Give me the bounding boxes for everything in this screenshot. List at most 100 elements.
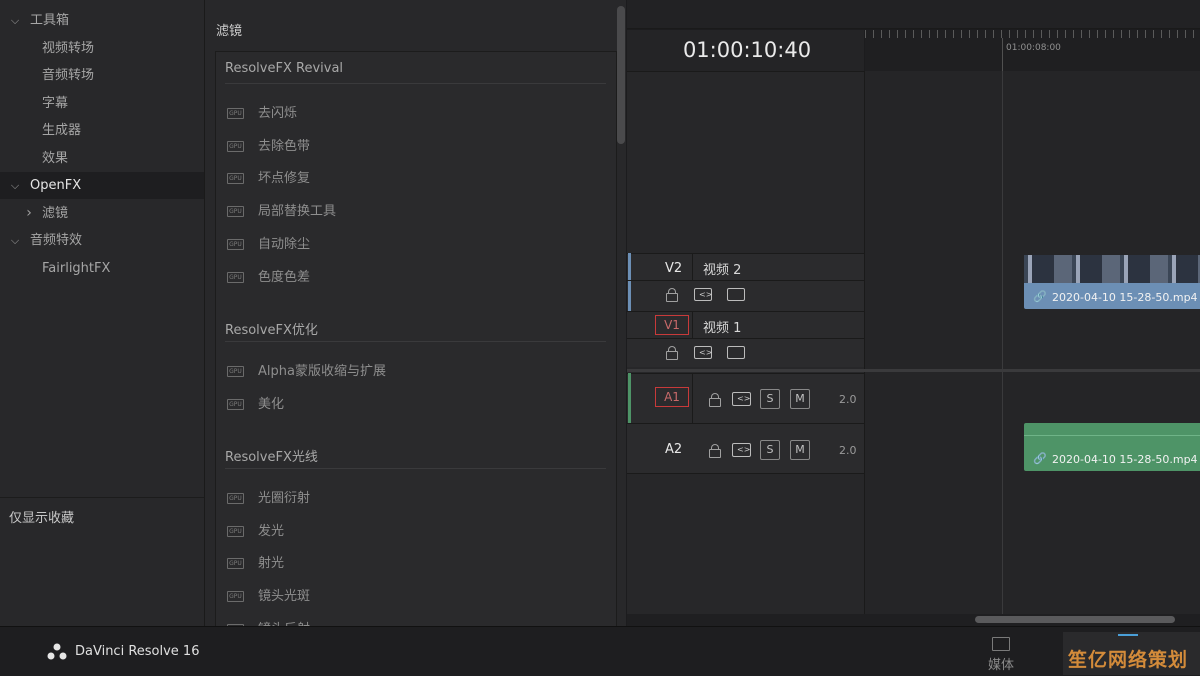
filter-item[interactable]: GPU 去闪烁 <box>227 102 297 122</box>
tree-item[interactable]: 视频转场 <box>0 35 204 62</box>
link-icon: 🔗 <box>1033 452 1047 465</box>
ruler-timecode-label: 01:00:08:00 <box>1006 43 1061 53</box>
filter-item[interactable]: GPU 色度色差 <box>227 266 310 286</box>
chevron-down-icon[interactable]: ⌵ <box>8 227 22 254</box>
filter-item[interactable]: GPU 光圈衍射 <box>227 487 310 507</box>
lock-icon[interactable] <box>709 444 721 458</box>
gpu-badge-icon: GPU <box>227 558 244 570</box>
tree-item[interactable]: 音频转场 <box>0 62 204 89</box>
divider <box>692 253 693 280</box>
app-title: DaVinci Resolve 16 <box>75 644 200 659</box>
filter-item[interactable]: GPU 发光 <box>227 520 284 540</box>
page-navigation-bar: DaVinci Resolve 16 媒体 <box>0 626 1200 676</box>
filter-item[interactable]: GPU 美化 <box>227 393 284 413</box>
gpu-badge-icon: GPU <box>227 238 244 250</box>
timecode-display: 01:00:10:40 <box>627 30 864 72</box>
timeline-ruler[interactable]: 01:00:08:00 <box>865 30 1200 71</box>
film-strip-icon[interactable] <box>727 346 745 359</box>
tree-item-label: 工具箱 <box>30 13 70 28</box>
ruler-marker <box>1002 38 1003 71</box>
tree-item[interactable]: FairlightFX <box>0 255 204 282</box>
tree-item-label: 滤镜 <box>42 205 69 221</box>
clip-thumbnails <box>1024 255 1200 283</box>
filters-scrollbar[interactable] <box>617 6 625 144</box>
watermark-logo: 笙亿网络策划 <box>1063 632 1200 675</box>
filter-name: 色度色差 <box>258 269 311 285</box>
tree-item-label: 字幕 <box>42 95 69 111</box>
gpu-badge-icon: GPU <box>227 493 244 504</box>
watermark-text: 笙亿网络策划 <box>1068 649 1189 671</box>
filter-item[interactable]: GPU 坏点修复 <box>227 167 310 187</box>
tree-item[interactable]: ⌵ OpenFX <box>0 172 204 199</box>
tree-item[interactable]: 效果 <box>0 145 204 172</box>
timeline-tracks-area[interactable] <box>865 71 1200 614</box>
track-name-v1[interactable]: 视频 1 <box>703 317 741 336</box>
category-title[interactable]: ResolveFX光线 <box>225 446 318 465</box>
filter-item[interactable]: GPU 局部替换工具 <box>227 200 336 220</box>
chevron-down-icon[interactable]: ⌵ <box>8 7 22 34</box>
filter-name: 自动除尘 <box>258 236 311 252</box>
chevron-down-icon[interactable]: ⌵ <box>8 172 22 199</box>
track-id-a2[interactable]: A2 <box>665 442 682 457</box>
filter-item[interactable]: GPU 自动除尘 <box>227 233 310 253</box>
gpu-badge-icon: GPU <box>227 108 244 119</box>
clip-name: 2020-04-10 15-28-50.mp4 <box>1052 291 1198 304</box>
tree-item-label: 视频转场 <box>42 40 95 56</box>
filter-name: 美化 <box>258 396 285 412</box>
filter-name: 镜头光斑 <box>258 589 311 605</box>
auto-select-icon[interactable]: <> <box>732 392 751 406</box>
media-page-button[interactable]: 媒体 <box>980 635 1022 673</box>
track-id-a1[interactable]: A1 <box>655 387 689 407</box>
mute-button[interactable]: M <box>790 389 810 409</box>
tree-item[interactable]: ⌵ 音频特效 <box>0 227 204 254</box>
tree-item[interactable]: 字幕 <box>0 90 204 117</box>
tree-item[interactable]: › 滤镜 <box>0 200 204 227</box>
filter-item[interactable]: GPU 镜头光斑 <box>227 585 310 605</box>
timeline-gridline <box>1002 71 1003 614</box>
gpu-badge-icon: GPU <box>227 591 244 603</box>
track-name-v2[interactable]: 视频 2 <box>703 259 741 278</box>
panel-title: 滤镜 <box>216 24 243 39</box>
auto-select-icon[interactable]: <> <box>732 443 751 457</box>
category-divider <box>225 83 606 84</box>
tree-item-label: 效果 <box>42 150 69 166</box>
filter-item[interactable]: GPU 去除色带 <box>227 135 310 155</box>
audio-clip[interactable]: 🔗 2020-04-10 15-28-50.mp4 <box>1024 423 1200 471</box>
show-favorites-only-toggle[interactable]: 仅显示收藏 <box>9 507 74 526</box>
filters-panel: 滤镜 ResolveFX Revival GPU 去闪烁 GPU 去除色带 GPU 坏点修复… <box>205 0 626 633</box>
auto-select-icon[interactable]: <> <box>694 346 712 359</box>
filter-name: 局部替换工具 <box>258 204 337 220</box>
filter-item[interactable]: GPU Alpha蒙版收缩与扩展 <box>227 360 386 380</box>
divider <box>692 311 693 338</box>
film-strip-icon[interactable] <box>727 288 745 301</box>
filter-name: 去除色带 <box>258 138 311 154</box>
divider <box>627 280 864 281</box>
gpu-badge-icon: GPU <box>227 398 244 410</box>
solo-button[interactable]: S <box>760 389 780 409</box>
ruler-ticks <box>865 30 1200 38</box>
tree-item[interactable]: 生成器 <box>0 117 204 144</box>
track-id-v2[interactable]: V2 <box>665 261 682 276</box>
tree-item-label: 生成器 <box>42 123 82 138</box>
filter-item[interactable]: GPU 射光 <box>227 552 284 572</box>
gpu-badge-icon: GPU <box>227 173 244 185</box>
chevron-right-icon[interactable]: › <box>22 200 36 227</box>
video-audio-divider[interactable] <box>627 369 1200 372</box>
video-clip[interactable]: 🔗 2020-04-10 15-28-50.mp4 <box>1024 255 1200 309</box>
lock-icon[interactable] <box>666 346 678 360</box>
clip-name: 2020-04-10 15-28-50.mp4 <box>1052 453 1198 466</box>
solo-button[interactable]: S <box>760 440 780 460</box>
lock-icon[interactable] <box>709 393 721 407</box>
category-title[interactable]: ResolveFX Revival <box>225 61 343 76</box>
track-id-v1[interactable]: V1 <box>655 315 689 335</box>
timeline-horizontal-scrollbar[interactable] <box>975 616 1175 623</box>
lock-icon[interactable] <box>666 288 678 302</box>
filter-name: Alpha蒙版收缩与扩展 <box>258 364 386 379</box>
divider <box>627 473 864 474</box>
tree-item[interactable]: ⌵ 工具箱 <box>0 7 204 34</box>
auto-select-icon[interactable]: <> <box>694 288 712 301</box>
category-title[interactable]: ResolveFX优化 <box>225 319 318 338</box>
filter-name: 去闪烁 <box>258 106 298 121</box>
mute-button[interactable]: M <box>790 440 810 460</box>
gpu-badge-icon: GPU <box>227 525 244 537</box>
